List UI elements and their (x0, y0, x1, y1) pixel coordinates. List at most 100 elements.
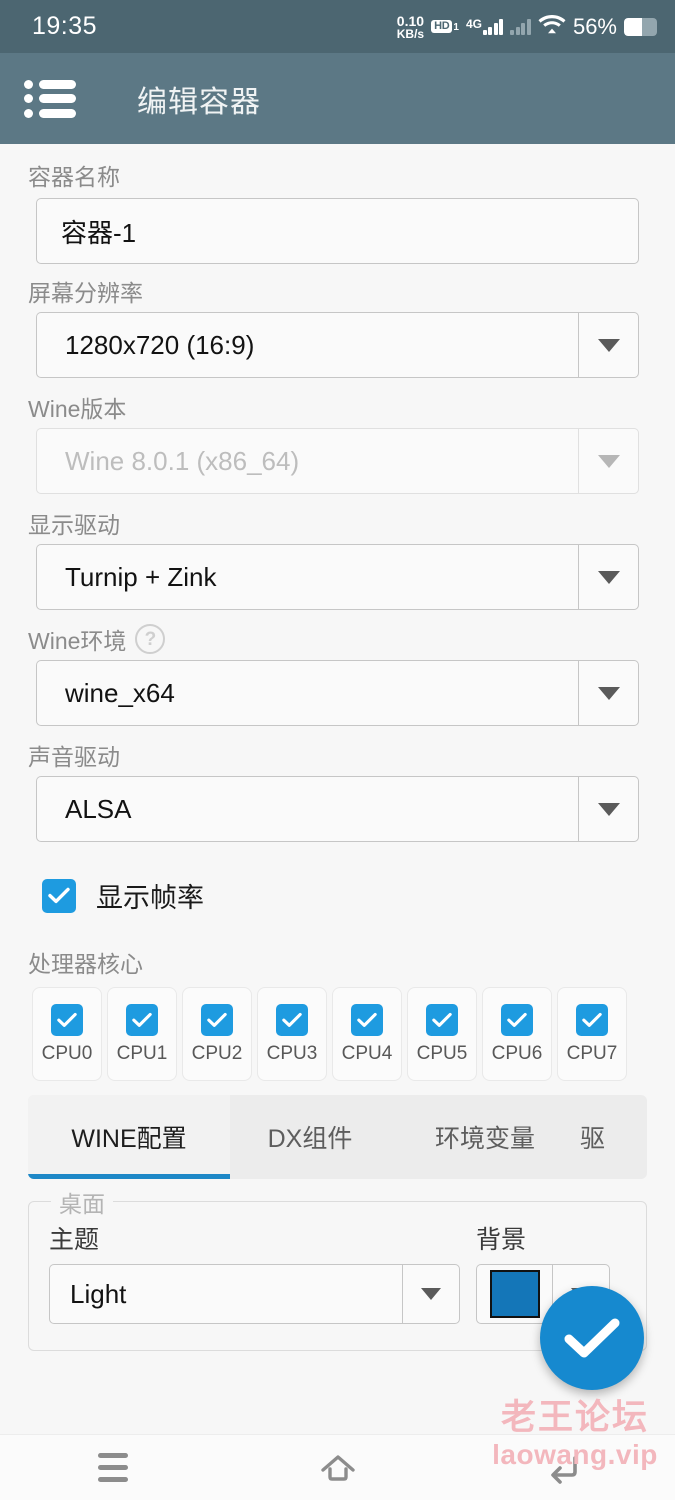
confirm-fab[interactable] (540, 1286, 644, 1390)
graphics-driver-value[interactable]: Turnip + Zink (36, 544, 578, 610)
tab-label: DX组件 (267, 1125, 353, 1153)
desktop-section-legend: 桌面 (51, 1185, 113, 1219)
cpu-core-item[interactable]: CPU2 (182, 987, 252, 1081)
signal-icon: 4G (466, 18, 504, 35)
tab-dx-components[interactable]: DX组件 (230, 1095, 390, 1179)
check-icon[interactable] (351, 1003, 383, 1036)
color-swatch[interactable] (489, 1270, 540, 1318)
color-swatch-box[interactable] (476, 1264, 552, 1324)
cpu-core-item[interactable]: CPU3 (257, 987, 327, 1081)
status-bar-icons: 0.10 KB/s HD 1 4G 56% (397, 14, 657, 40)
cpu-core-item[interactable]: CPU7 (557, 987, 627, 1081)
signal-secondary-icon (510, 18, 531, 35)
wine-version-label: Wine版本 (28, 396, 127, 422)
signal-bars (482, 18, 504, 35)
show-fps-label: 显示帧率 (96, 883, 204, 913)
container-name-label: 容器名称 (28, 164, 120, 190)
cpu-core-label: CPU4 (341, 1042, 393, 1064)
graphics-driver-label: 显示驱动 (28, 512, 120, 538)
home-button[interactable] (293, 1435, 383, 1500)
cpu-core-label: CPU6 (491, 1042, 543, 1064)
wine-prefix-spinner[interactable]: wine_x64 (36, 660, 639, 726)
screen-resolution-value[interactable]: 1280x720 (16:9) (36, 312, 578, 378)
theme-value[interactable]: Light (49, 1264, 402, 1324)
screen-resolution-spinner[interactable]: 1280x720 (16:9) (36, 312, 639, 378)
check-icon[interactable] (201, 1003, 233, 1036)
background-label: 背景 (476, 1226, 527, 1254)
container-name-input[interactable]: 容器-1 (36, 198, 639, 264)
wine-version-spinner: Wine 8.0.1 (x86_64) (36, 428, 639, 494)
network-speed-value: 0.10 (396, 12, 425, 29)
wine-prefix-label-text: Wine环境 (28, 628, 127, 654)
hd-icon: HD 1 (431, 19, 459, 34)
cpu-core-item[interactable]: CPU6 (482, 987, 552, 1081)
phone-screen: 19:35 0.10 KB/s HD 1 4G 56% 编辑容器 容器名称 容器… (0, 0, 675, 1500)
cpu-core-item[interactable]: CPU0 (32, 987, 102, 1081)
hd-icon-sub: 1 (453, 22, 459, 34)
wine-version-value: Wine 8.0.1 (x86_64) (36, 428, 578, 494)
check-icon[interactable] (576, 1003, 608, 1036)
wine-prefix-label: Wine环境 ? (0, 622, 675, 656)
network-speed-unit: KB/s (396, 26, 425, 41)
tab-label: WINE配置 (71, 1125, 187, 1153)
chevron-down-icon[interactable] (578, 312, 639, 378)
help-circle-icon[interactable]: ? (135, 624, 166, 654)
cpu-core-label: CPU7 (566, 1042, 618, 1064)
wine-prefix-value[interactable]: wine_x64 (36, 660, 578, 726)
settings-tabs[interactable]: WINE配置 DX组件 环境变量 驱 (28, 1095, 647, 1179)
screen-resolution-label: 屏幕分辨率 (28, 280, 143, 306)
recents-button[interactable] (68, 1435, 158, 1500)
cpu-cores-list: CPU0 CPU1 CPU2 CPU3 CPU4 CPU5 CPU6 CPU7 (0, 987, 675, 1081)
cpu-core-label: CPU5 (416, 1042, 468, 1064)
cpu-cores-label: 处理器核心 (28, 951, 143, 977)
battery-percent-label: 56% (572, 13, 617, 39)
app-bar: 编辑容器 (0, 53, 675, 144)
page-title: 编辑容器 (137, 85, 261, 119)
cpu-core-label: CPU2 (191, 1042, 243, 1064)
android-nav-bar (0, 1434, 675, 1500)
audio-driver-value[interactable]: ALSA (36, 776, 578, 842)
wifi-icon (538, 14, 566, 40)
cpu-core-label: CPU0 (41, 1042, 93, 1064)
cpu-core-item[interactable]: CPU5 (407, 987, 477, 1081)
tab-drivers[interactable]: 驱 (580, 1095, 647, 1179)
show-fps-checkbox-row[interactable]: 显示帧率 (0, 876, 675, 915)
check-icon[interactable] (42, 878, 76, 913)
tab-label: 环境变量 (434, 1125, 535, 1153)
cpu-core-label: CPU1 (116, 1042, 168, 1064)
back-button[interactable] (518, 1435, 608, 1500)
cpu-core-label: CPU3 (266, 1042, 318, 1064)
check-icon[interactable] (51, 1003, 83, 1036)
audio-driver-label: 声音驱动 (28, 744, 120, 770)
back-icon (550, 1455, 577, 1484)
tab-wine-config[interactable]: WINE配置 (28, 1095, 230, 1179)
home-icon (320, 1454, 355, 1481)
cpu-core-item[interactable]: CPU1 (107, 987, 177, 1081)
theme-label: 主题 (49, 1226, 100, 1254)
check-icon[interactable] (426, 1003, 458, 1036)
network-speed-indicator: 0.10 KB/s (397, 14, 424, 40)
settings-form: 容器名称 容器-1 屏幕分辨率 1280x720 (16:9) Wine版本 W… (0, 144, 675, 1434)
graphics-driver-spinner[interactable]: Turnip + Zink (36, 544, 639, 610)
status-bar-clock: 19:35 (32, 12, 98, 40)
recents-icon[interactable] (97, 1453, 128, 1482)
network-type-label: 4G (465, 17, 482, 31)
check-icon[interactable] (126, 1003, 158, 1036)
status-bar: 19:35 0.10 KB/s HD 1 4G 56% (0, 0, 675, 53)
hd-icon-label: HD (431, 19, 453, 34)
check-icon (564, 1318, 620, 1358)
cpu-core-item[interactable]: CPU4 (332, 987, 402, 1081)
audio-driver-spinner[interactable]: ALSA (36, 776, 639, 842)
chevron-down-icon[interactable] (578, 776, 639, 842)
tab-label: 驱 (580, 1125, 606, 1153)
chevron-down-icon[interactable] (402, 1264, 460, 1324)
chevron-down-icon[interactable] (578, 544, 639, 610)
list-menu-icon[interactable] (24, 77, 82, 121)
check-icon[interactable] (501, 1003, 533, 1036)
chevron-down-icon (578, 428, 639, 494)
tab-env-variables[interactable]: 环境变量 (390, 1095, 580, 1179)
theme-spinner[interactable]: Light (49, 1264, 460, 1324)
battery-icon (624, 17, 657, 36)
check-icon[interactable] (276, 1003, 308, 1036)
chevron-down-icon[interactable] (578, 660, 639, 726)
